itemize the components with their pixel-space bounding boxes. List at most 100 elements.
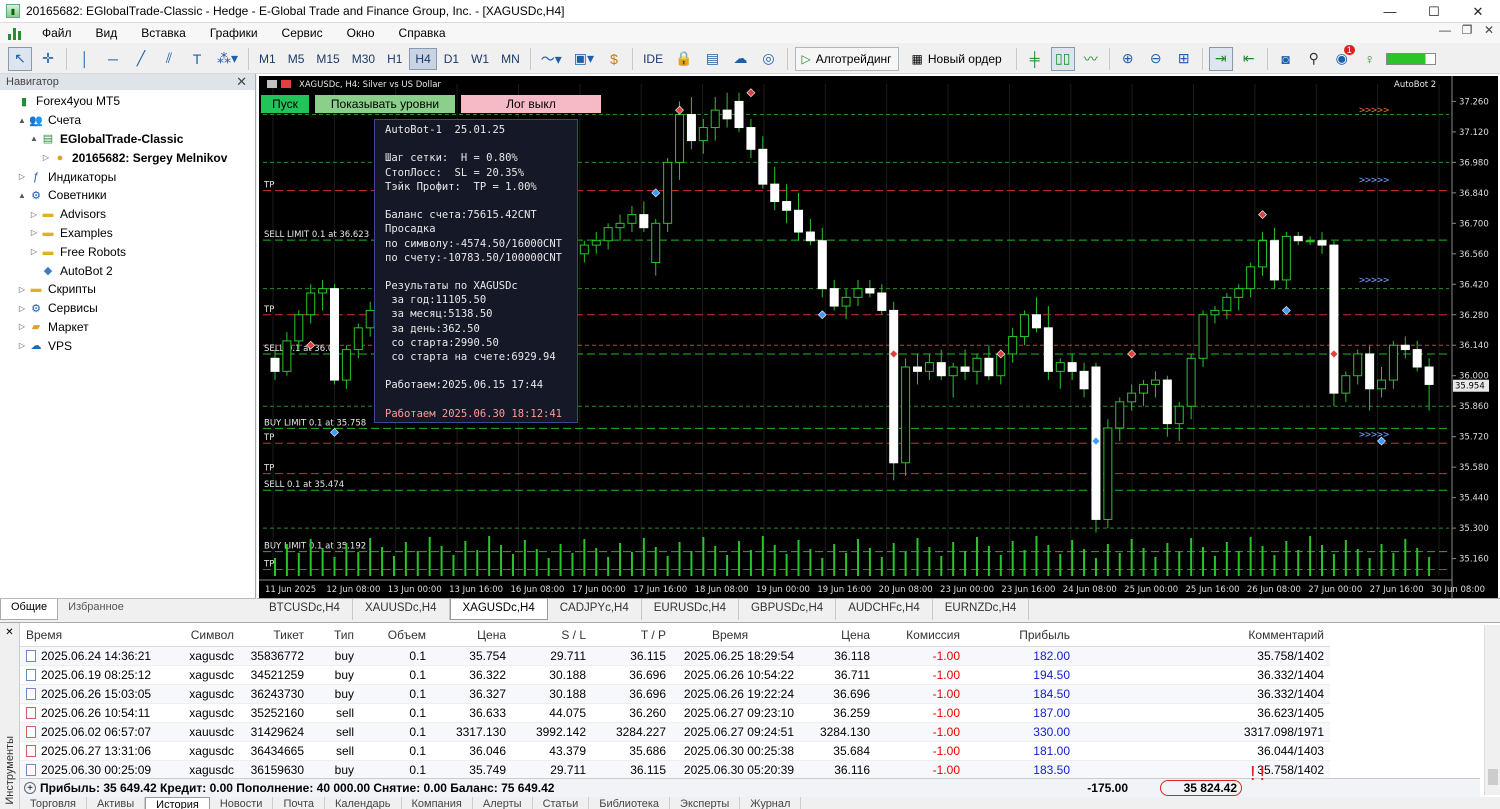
navigator-item-сервисы[interactable]: ▷ ⚙ Сервисы <box>0 299 255 318</box>
navigator-item-advisors[interactable]: ▷ ▬ Advisors <box>0 205 255 224</box>
cursor-tool-icon[interactable]: ↖ <box>8 46 32 71</box>
price-chart[interactable]: TP SELL LIMIT 0.1 at 36.623 TP SELL 0.1 at … <box>259 76 1498 598</box>
menu-tools[interactable]: Сервис <box>270 26 335 40</box>
trend-line-icon[interactable]: ╱ <box>129 47 153 71</box>
ide-button[interactable]: IDE <box>638 48 668 70</box>
vertical-line-icon[interactable]: │ <box>73 47 97 71</box>
community-icon[interactable]: ♀ <box>1358 47 1382 71</box>
terminal-tab[interactable]: Библиотека <box>589 797 671 809</box>
expander-icon[interactable]: ▲ <box>28 134 40 143</box>
expander-icon[interactable]: ▷ <box>28 210 40 219</box>
timeframe-d1[interactable]: D1 <box>439 48 464 70</box>
expander-icon[interactable]: ▲ <box>16 116 28 125</box>
expand-icon[interactable]: + <box>24 782 36 794</box>
menu-window[interactable]: Окно <box>335 26 387 40</box>
menu-file[interactable]: Файл <box>30 26 84 40</box>
table-row[interactable]: 2025.06.26 15:03:05 xagusdc 36243730 buy 0.1… <box>20 684 1330 704</box>
shapes-tool-icon[interactable]: ⁂▾ <box>213 47 242 71</box>
chart-tab-eurnzdc-h4[interactable]: EURNZDc,H4 <box>933 599 1030 620</box>
navigator-item-советники[interactable]: ▲ ⚙ Советники <box>0 186 255 205</box>
terminal-tab[interactable]: Почта <box>273 797 325 809</box>
column-header[interactable]: Цена <box>800 625 876 647</box>
table-row[interactable]: 2025.06.02 06:57:07 xauusdc 31429624 sell 0.… <box>20 722 1330 742</box>
horizontal-line-icon[interactable]: ─ <box>101 47 125 71</box>
lock-icon[interactable]: 🔒 <box>671 47 696 71</box>
expander-icon[interactable]: ▷ <box>40 153 52 162</box>
terminal-tab[interactable]: Статьи <box>533 797 590 809</box>
indicators-menu-icon[interactable]: 〜▾ <box>537 47 566 71</box>
column-header[interactable]: Символ <box>160 625 240 647</box>
terminal-scrollbar[interactable] <box>1484 625 1500 795</box>
column-header[interactable]: Время <box>20 625 160 647</box>
bar-chart-icon[interactable]: ╪ <box>1023 47 1047 71</box>
column-header[interactable]: Время <box>672 625 800 647</box>
line-chart-icon[interactable]: 〰 <box>1079 47 1103 71</box>
column-header[interactable]: S / L <box>512 625 592 647</box>
terminal-tab[interactable]: История <box>145 797 210 809</box>
algo-trading-button[interactable]: ▷ Алготрейдинг <box>794 46 899 71</box>
navigator-item-скрипты[interactable]: ▷ ▬ Скрипты <box>0 280 255 299</box>
maximize-button[interactable]: ☐ <box>1412 0 1456 23</box>
timeframe-m1[interactable]: M1 <box>254 48 281 70</box>
navigator-item-20165682-sergey-melnikov[interactable]: ▷ ● 20165682: Sergey Melnikov <box>0 148 255 167</box>
column-header[interactable]: Прибыль <box>966 625 1076 647</box>
navigator-close-icon[interactable]: ✕ <box>236 74 247 90</box>
depth-of-market-icon[interactable]: $ <box>602 47 626 71</box>
terminal-tab[interactable]: Эксперты <box>670 797 741 809</box>
expander-icon[interactable]: ▲ <box>16 191 28 200</box>
terminal-tab[interactable]: Журнал <box>740 797 802 809</box>
tile-windows-icon[interactable]: ⊞ <box>1172 47 1196 71</box>
timeframe-h4[interactable]: H4 <box>409 47 437 70</box>
mdi-minimize-button[interactable]: — <box>1434 23 1456 37</box>
timeframe-w1[interactable]: W1 <box>466 48 494 70</box>
chart-tab-xauusdc-h4[interactable]: XAUUSDc,H4 <box>353 599 450 620</box>
navigator-item-free-robots[interactable]: ▷ ▬ Free Robots <box>0 242 255 261</box>
chart-button-2[interactable]: Лог выкл <box>461 95 601 113</box>
tab-common[interactable]: Общие <box>0 599 59 620</box>
terminal-tab[interactable]: Календарь <box>325 797 402 809</box>
table-row[interactable]: 2025.06.30 00:25:09 xagusdc 36159630 buy 0.1… <box>20 760 1330 780</box>
menu-charts[interactable]: Графики <box>198 26 270 40</box>
chart-tab-cadjpyc-h4[interactable]: CADJPYc,H4 <box>548 599 642 620</box>
chart-tab-eurusdc-h4[interactable]: EURUSDc,H4 <box>642 599 739 620</box>
crosshair-tool-icon[interactable]: ✛ <box>36 47 60 71</box>
mdi-close-button[interactable]: ✕ <box>1478 23 1500 37</box>
timeframe-m30[interactable]: M30 <box>347 48 380 70</box>
timeframe-m15[interactable]: M15 <box>311 48 344 70</box>
chart-button-0[interactable]: Пуск <box>261 95 309 113</box>
signals-icon[interactable]: ◎ <box>757 47 781 71</box>
column-header[interactable]: Комментарий <box>1076 625 1330 647</box>
chart-tab-xagusdc-h4[interactable]: XAGUSDc,H4 <box>449 599 548 620</box>
notifications-icon[interactable]: ◉ 1 <box>1330 44 1355 71</box>
templates-menu-icon[interactable]: ▣▾ <box>570 47 598 71</box>
column-header[interactable]: Комиссия <box>876 625 966 647</box>
menu-insert[interactable]: Вставка <box>129 26 198 40</box>
zoom-in-icon[interactable]: ⊕ <box>1116 47 1140 71</box>
column-header[interactable]: Объем <box>360 625 432 647</box>
menu-help[interactable]: Справка <box>387 26 458 40</box>
search-icon[interactable]: ⚲ <box>1302 47 1326 71</box>
column-header[interactable]: T / P <box>592 625 672 647</box>
expander-icon[interactable]: ▷ <box>16 304 28 313</box>
navigator-item-счета[interactable]: ▲ 👥 Счета <box>0 111 255 130</box>
table-row[interactable]: 2025.06.27 13:31:06 xagusdc 36434665 sell 0.… <box>20 741 1330 761</box>
terminal-tab[interactable]: Новости <box>210 797 274 809</box>
screenshot-icon[interactable]: ◙ <box>1274 47 1298 71</box>
auto-scroll-icon[interactable]: ⇥ <box>1208 46 1233 71</box>
navigator-item-vps[interactable]: ▷ ☁ VPS <box>0 336 255 355</box>
expander-icon[interactable]: ▷ <box>28 247 40 256</box>
navigator-item-examples[interactable]: ▷ ▬ Examples <box>0 224 255 243</box>
navigator-item-маркет[interactable]: ▷ ▰ Маркет <box>0 318 255 337</box>
tab-favorites[interactable]: Избранное <box>58 599 134 620</box>
expander-icon[interactable]: ▷ <box>28 228 40 237</box>
column-header[interactable]: Цена <box>432 625 512 647</box>
new-order-button[interactable]: ▦ Новый ордер <box>905 47 1009 71</box>
close-window-button[interactable]: ✕ <box>1456 0 1500 23</box>
expander-icon[interactable]: ▷ <box>16 322 28 331</box>
table-row[interactable]: 2025.06.26 10:54:11 xagusdc 35252160 sell 0.… <box>20 703 1330 723</box>
minimize-button[interactable]: — <box>1368 0 1412 23</box>
terminal-tab[interactable]: Торговля <box>20 797 87 809</box>
navigator-item-индикаторы[interactable]: ▷ ƒ Индикаторы <box>0 167 255 186</box>
candlestick-chart-icon[interactable]: ▯▯ <box>1050 46 1075 71</box>
scrollbar-thumb[interactable] <box>1488 769 1498 785</box>
